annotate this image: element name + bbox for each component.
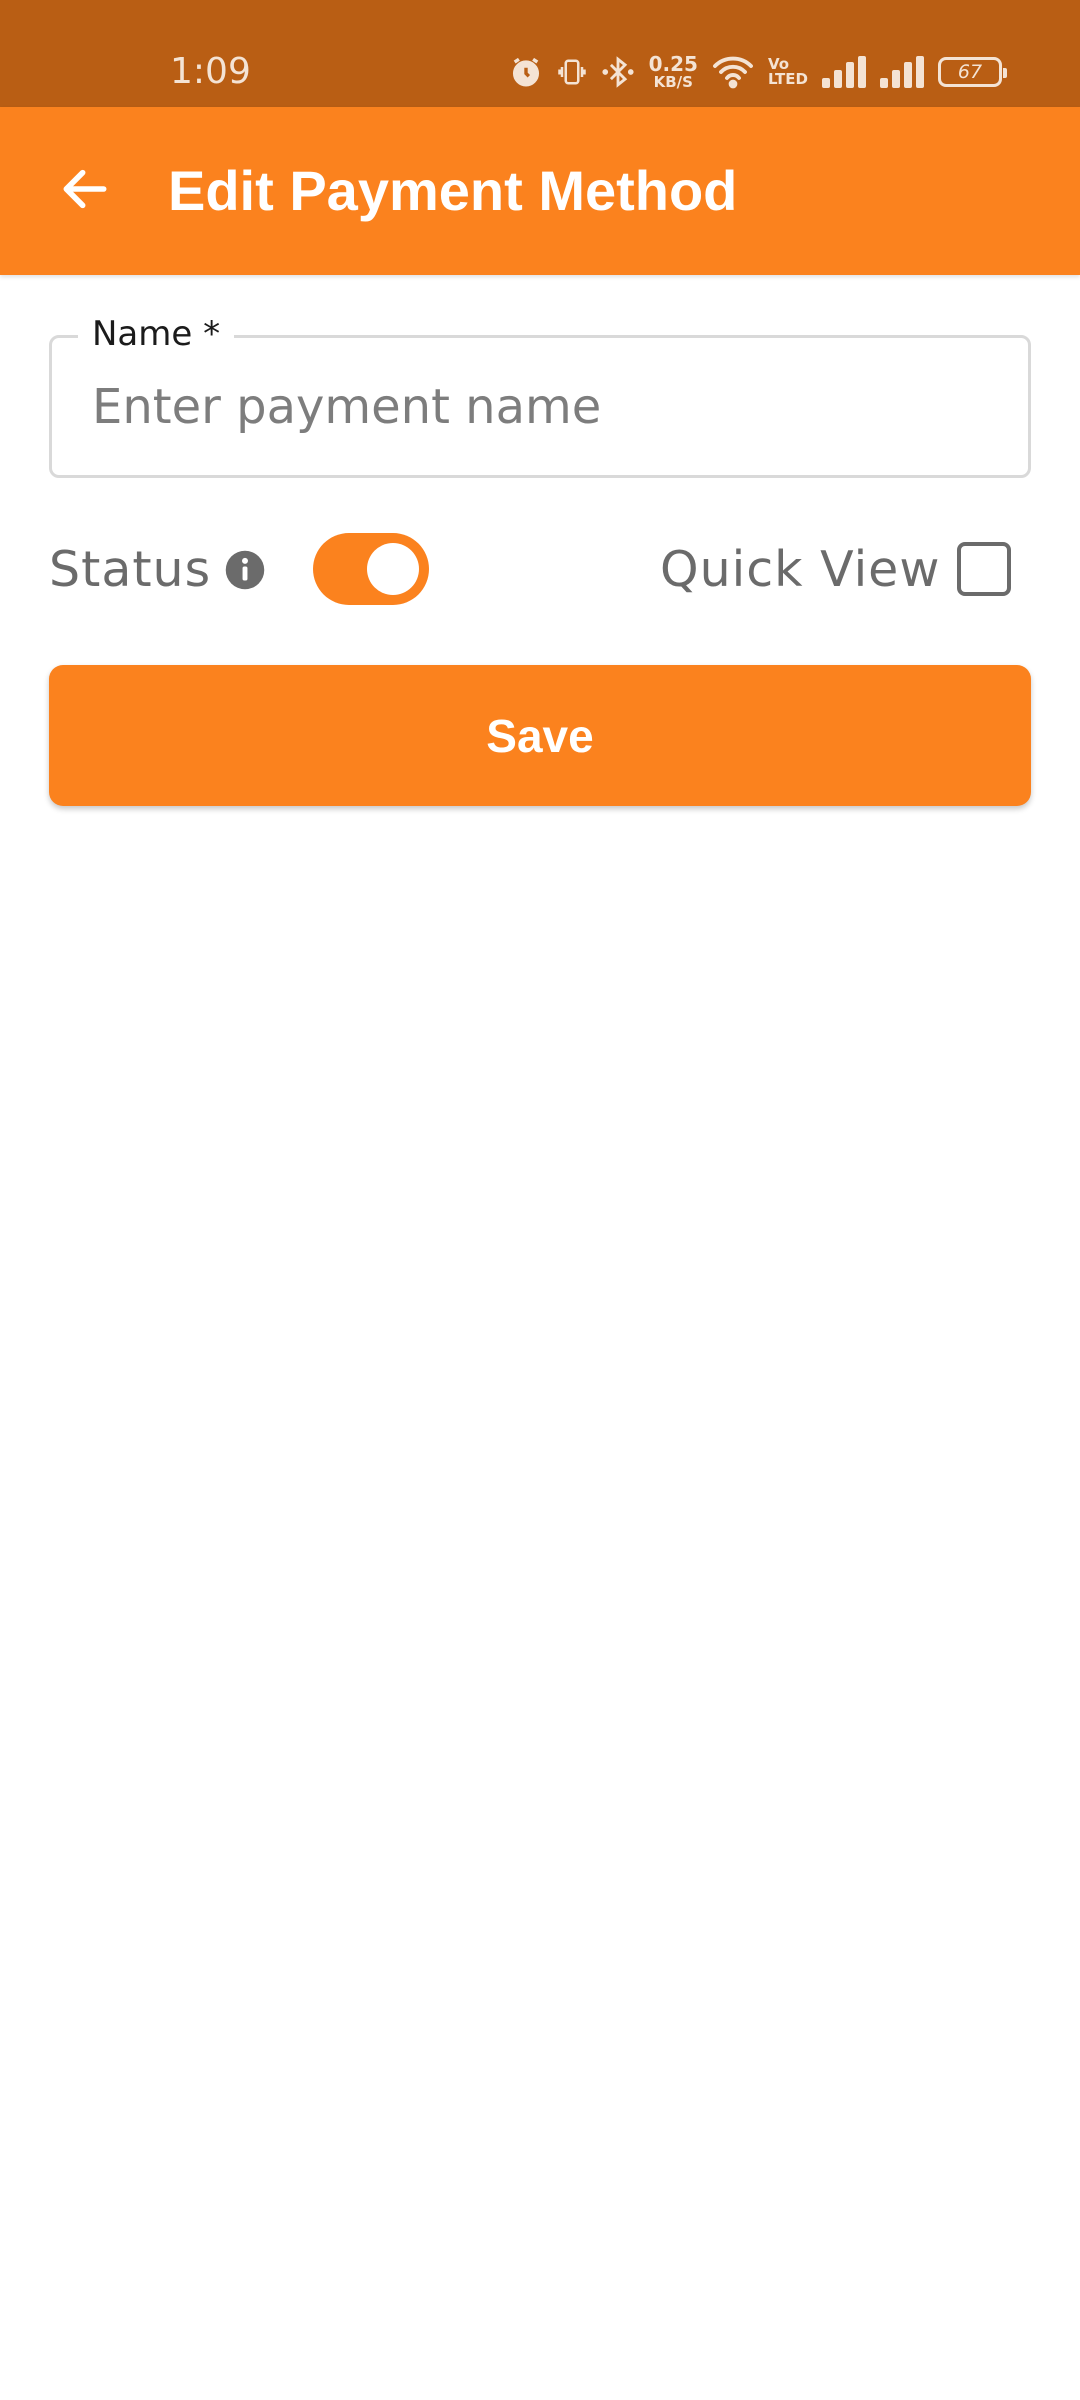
volte-indicator: Vo LTED (768, 57, 808, 87)
signal-icon (822, 56, 866, 88)
info-icon[interactable] (224, 549, 266, 591)
status-icons: 0.25 KB/S Vo LTED 67 (509, 48, 1007, 96)
wifi-icon (712, 55, 754, 89)
app-bar: Edit Payment Method (0, 107, 1080, 275)
vibrate-icon (557, 55, 587, 89)
battery-level: 67 (957, 61, 983, 83)
net-speed: 0.25 KB/S (649, 54, 698, 90)
quick-view-label: Quick View (660, 541, 941, 598)
arrow-left-icon (57, 161, 113, 222)
net-speed-unit: KB/S (653, 73, 693, 91)
status-toggle-knob (367, 543, 419, 595)
name-field-label: Name * (78, 312, 235, 356)
status-toggle[interactable] (313, 533, 429, 605)
net-speed-value: 0.25 (648, 52, 698, 76)
back-button[interactable] (40, 151, 130, 231)
name-input[interactable] (92, 374, 992, 440)
signal-icon (880, 56, 924, 88)
page-title: Edit Payment Method (168, 159, 738, 222)
alarm-icon (509, 55, 543, 89)
battery-icon: 67 (938, 57, 1007, 87)
save-button[interactable]: Save (49, 665, 1031, 806)
bluetooth-icon (601, 55, 635, 89)
quick-view-checkbox[interactable] (957, 542, 1011, 596)
status-bar: 1:09 0.25 KB/S Vo LTED 67 (0, 0, 1080, 107)
status-time: 1:09 (170, 51, 251, 92)
status-label: Status (49, 541, 212, 598)
name-field: Name * (49, 312, 1031, 478)
volte-bottom: LTED (767, 70, 808, 88)
